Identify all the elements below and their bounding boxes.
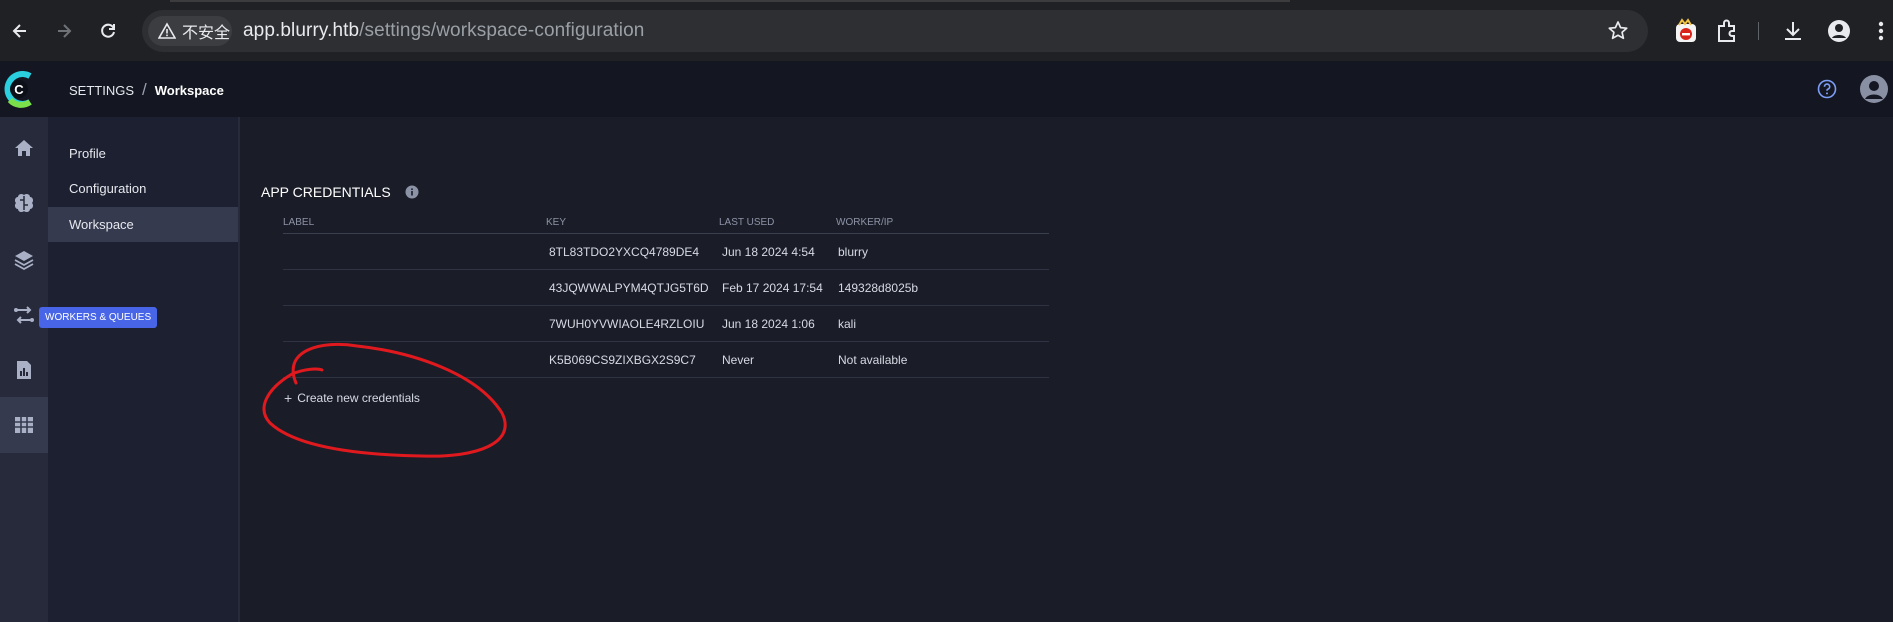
- rail-home[interactable]: [0, 120, 48, 176]
- cell-key: 8TL83TDO2YXCQ4789DE4: [549, 245, 700, 259]
- back-arrow-icon: [12, 24, 26, 38]
- menu-divider: [238, 117, 240, 622]
- bookmark-star-icon[interactable]: [1606, 19, 1630, 43]
- menu-kebab-icon[interactable]: [1874, 17, 1888, 45]
- url-path: /settings/workspace-configuration: [359, 20, 645, 41]
- menu-item-workspace[interactable]: Workspace: [48, 207, 240, 242]
- tab-strip-edge: [0, 0, 1893, 4]
- url-text[interactable]: app.blurry.htb/settings/workspace-config…: [243, 20, 644, 42]
- app-root: 不安全 app.blurry.htb/settings/workspace-co…: [0, 0, 1893, 622]
- table-header: LABEL KEY LAST USED WORKER/IP: [283, 216, 1049, 234]
- cell-worker-ip: blurry: [838, 245, 869, 259]
- app-credentials-title: APP CREDENTIALS: [261, 184, 391, 200]
- rail-experiments[interactable]: [0, 175, 48, 231]
- settings-menu: Profile Configuration Workspace: [48, 117, 240, 622]
- home-icon: [15, 140, 33, 156]
- info-icon[interactable]: [405, 185, 419, 199]
- brain-icon: [14, 193, 34, 213]
- cell-last-used: Jun 18 2024 4:54: [722, 245, 815, 259]
- cell-worker-ip: Not available: [838, 353, 908, 367]
- toolbar-divider: [1758, 22, 1759, 40]
- table-row[interactable]: 7WUH0YVWIAOLE4RZLOIU Jun 18 2024 1:06 ka…: [283, 306, 1049, 342]
- breadcrumb: SETTINGS / Workspace: [69, 80, 224, 100]
- user-avatar-icon[interactable]: [1859, 74, 1889, 104]
- profile-icon[interactable]: [1825, 17, 1853, 45]
- rail-reports[interactable]: [0, 342, 48, 398]
- browser-toolbar: 不安全 app.blurry.htb/settings/workspace-co…: [0, 0, 1893, 61]
- help-icon[interactable]: [1816, 78, 1838, 100]
- breadcrumb-settings[interactable]: SETTINGS: [69, 83, 134, 98]
- puzzle-icon[interactable]: [1713, 17, 1741, 45]
- rail-settings[interactable]: [0, 397, 48, 453]
- svg-text:C: C: [14, 82, 24, 97]
- table-row[interactable]: 43JQWWALPYM4QTJG5T6D Feb 17 2024 17:54 1…: [283, 270, 1049, 306]
- settings-table-icon: [15, 417, 33, 433]
- back-button[interactable]: [5, 16, 35, 46]
- reload-icon: [101, 23, 115, 38]
- workers-queues-tooltip: WORKERS & QUEUES: [39, 307, 158, 328]
- extension-icon[interactable]: [1672, 18, 1700, 46]
- table-row[interactable]: 8TL83TDO2YXCQ4789DE4 Jun 18 2024 4:54 bl…: [283, 234, 1049, 270]
- cell-last-used: Feb 17 2024 17:54: [722, 281, 823, 295]
- cell-key: K5B069CS9ZIXBGX2S9C7: [549, 353, 696, 367]
- clearml-logo-icon[interactable]: C: [0, 67, 38, 111]
- address-bar[interactable]: 不安全 app.blurry.htb/settings/workspace-co…: [142, 10, 1648, 52]
- security-chip[interactable]: 不安全: [148, 16, 232, 46]
- column-header-key: KEY: [546, 217, 567, 228]
- warning-icon: [158, 22, 176, 39]
- reports-icon: [17, 361, 31, 379]
- cell-worker-ip: 149328d8025b: [838, 281, 919, 295]
- cell-last-used: Jun 18 2024 1:06: [722, 317, 815, 331]
- cell-key: 7WUH0YVWIAOLE4RZLOIU: [549, 317, 705, 331]
- workers-queues-icon: [14, 306, 34, 324]
- column-header-label: LABEL: [283, 217, 315, 228]
- breadcrumb-workspace: Workspace: [154, 82, 224, 98]
- rail-datasets[interactable]: [0, 232, 48, 288]
- reload-button[interactable]: [93, 16, 123, 46]
- forward-button[interactable]: [49, 16, 79, 46]
- menu-item-profile[interactable]: Profile: [48, 136, 240, 171]
- forward-arrow-icon: [58, 24, 72, 38]
- icon-rail: [0, 117, 48, 622]
- column-header-last-used: LAST USED: [719, 217, 775, 228]
- cell-worker-ip: kali: [838, 317, 857, 331]
- cell-key: 43JQWWALPYM4QTJG5T6D: [549, 281, 709, 295]
- breadcrumb-separator: /: [142, 80, 147, 99]
- cell-last-used: Never: [722, 353, 755, 367]
- column-header-worker-ip: WORKER/IP: [836, 217, 894, 228]
- security-label: 不安全: [182, 23, 231, 42]
- section-title: APP CREDENTIALS: [261, 184, 419, 200]
- url-host: app.blurry.htb: [243, 20, 360, 41]
- annotation-circle: [262, 342, 507, 458]
- menu-item-configuration[interactable]: Configuration: [48, 171, 240, 206]
- layers-icon: [14, 251, 34, 271]
- download-icon[interactable]: [1779, 17, 1807, 45]
- app-header: C SETTINGS / Workspace: [0, 61, 1893, 117]
